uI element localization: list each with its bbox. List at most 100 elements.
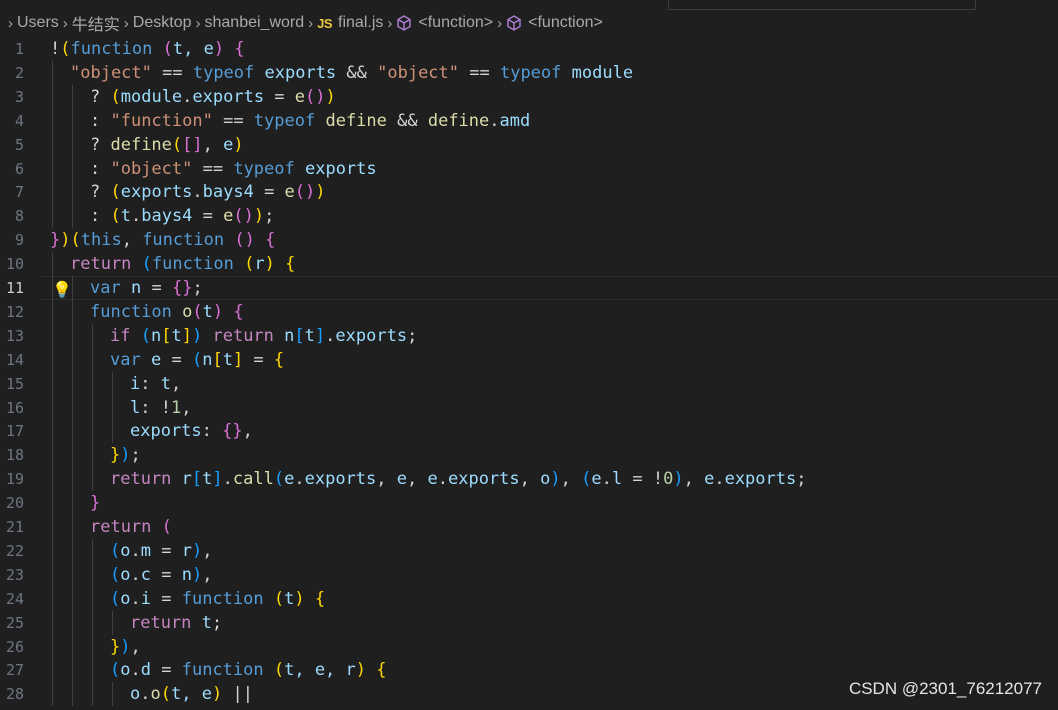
code-line[interactable]: 9})(this, function () { <box>0 228 1058 252</box>
code-line[interactable]: 24 (o.i = function (t) { <box>0 586 1058 611</box>
code-line[interactable]: 21 return ( <box>0 515 1058 539</box>
code-line[interactable]: 7? (exports.bays4 = e()) <box>0 180 1058 205</box>
code-line[interactable]: 12 function o(t) { <box>0 299 1058 324</box>
code-line[interactable]: 13 if (n[t]) return n[t].exports; <box>0 323 1058 348</box>
line-number[interactable]: 10 <box>0 252 24 276</box>
code-token: function <box>90 301 172 322</box>
line-number[interactable]: 20 <box>0 491 24 515</box>
line-number[interactable]: 23 <box>0 563 24 587</box>
line-number[interactable]: 28 <box>0 682 24 706</box>
line-number[interactable]: 12 <box>0 300 24 324</box>
line-number[interactable]: 27 <box>0 658 24 682</box>
line-number[interactable]: 5 <box>0 133 24 157</box>
indent-guide <box>52 204 53 229</box>
code-token: ( <box>294 182 306 203</box>
line-number[interactable]: 1 <box>0 37 24 61</box>
code-line[interactable]: 5? define([], e) <box>0 132 1058 157</box>
line-number[interactable]: 6 <box>0 157 24 181</box>
line-number[interactable]: 9 <box>0 228 24 252</box>
code-token: t <box>202 301 213 322</box>
code-line[interactable]: 18}); <box>0 443 1058 468</box>
indent-guide <box>52 132 53 157</box>
indent-guide <box>52 108 53 133</box>
code-line[interactable]: 15 i: t, <box>0 371 1058 396</box>
code-line[interactable]: 17 exports: {}, <box>0 419 1058 444</box>
line-number[interactable]: 4 <box>0 109 24 133</box>
code-token: } <box>182 278 193 298</box>
breadcrumb-item-user-folder[interactable]: 牛结实 <box>72 11 120 35</box>
breadcrumb-item-function[interactable]: <function> <box>528 14 603 32</box>
indent-guide <box>72 371 73 396</box>
code-line[interactable]: 2 "object" == typeof exports && "object" … <box>0 60 1058 85</box>
code-line[interactable]: 8: (t.bays4 = e()); <box>0 204 1058 229</box>
line-number[interactable]: 15 <box>0 372 24 396</box>
breadcrumb-item-users[interactable]: Users <box>17 14 59 32</box>
code-token: exports <box>120 182 193 203</box>
indent-guide <box>112 419 113 444</box>
line-number[interactable]: 24 <box>0 587 24 611</box>
line-number[interactable]: 17 <box>0 419 24 443</box>
code-text: ? (exports.bays4 = e()) <box>90 180 326 204</box>
code-token: o <box>150 684 161 705</box>
code-token: ) <box>550 469 561 490</box>
code-token: function <box>151 254 234 275</box>
lightbulb-icon[interactable]: 💡 <box>52 278 72 302</box>
code-token: . <box>140 684 151 705</box>
line-number[interactable]: 26 <box>0 635 24 659</box>
code-line[interactable]: 14 var e = (n[t] = { <box>0 347 1058 372</box>
code-token: t <box>120 206 131 227</box>
code-token: ( <box>192 301 203 322</box>
code-line[interactable]: 1 !(function (t, e) { <box>0 37 1058 61</box>
code-line[interactable]: 11 💡 var n = {}; <box>0 276 1058 300</box>
code-token: : <box>140 373 161 394</box>
line-number[interactable]: 2 <box>0 61 24 85</box>
line-number[interactable]: 18 <box>0 443 24 467</box>
line-number[interactable]: 14 <box>0 348 24 372</box>
line-number[interactable]: 11 <box>0 276 24 300</box>
line-number[interactable]: 16 <box>0 396 24 420</box>
code-token: l <box>611 469 623 490</box>
line-number[interactable]: 13 <box>0 324 24 348</box>
code-line[interactable]: 22 (o.m = r), <box>0 538 1058 563</box>
code-line[interactable]: 20} <box>0 491 1058 516</box>
code-token: [ <box>212 349 223 370</box>
code-token: , <box>181 397 192 418</box>
breadcrumb-item-project[interactable]: shanbei_word <box>205 14 305 32</box>
code-token: ; <box>407 325 418 346</box>
line-number[interactable]: 19 <box>0 467 24 491</box>
code-line[interactable]: 4: "function" == typeof define && define… <box>0 108 1058 133</box>
code-line[interactable]: 10 return (function (r) { <box>0 252 1058 277</box>
indent-guide <box>52 299 53 324</box>
breadcrumb-item-desktop[interactable]: Desktop <box>133 14 192 32</box>
breadcrumb-item-function[interactable]: <function> <box>418 14 493 32</box>
line-number[interactable]: 3 <box>0 85 24 109</box>
code-token: = <box>192 206 224 227</box>
code-line[interactable]: 6: "object" == typeof exports <box>0 156 1058 181</box>
code-text: (o.i = function (t) { <box>110 587 325 611</box>
code-token: = <box>151 660 182 681</box>
code-line[interactable]: 26}), <box>0 634 1058 659</box>
code-token: = <box>243 349 274 370</box>
code-editor[interactable]: 1 !(function (t, e) {2 "object" == typeof … <box>0 36 1058 710</box>
breadcrumb-item-file[interactable]: final.js <box>338 14 383 32</box>
code-token: { <box>285 254 296 275</box>
line-number[interactable]: 25 <box>0 611 24 635</box>
line-number[interactable]: 7 <box>0 180 24 204</box>
line-number[interactable]: 8 <box>0 204 24 228</box>
code-token: ? <box>90 182 111 203</box>
code-line[interactable]: 19 return r[t].call(e.exports, e, e.expor… <box>0 467 1058 492</box>
indent-guide <box>72 682 73 707</box>
indent-guide <box>52 634 53 659</box>
code-line[interactable]: 25 return t; <box>0 610 1058 635</box>
line-number[interactable]: 22 <box>0 539 24 563</box>
code-line[interactable]: 16 l: !1, <box>0 395 1058 420</box>
code-line[interactable]: 3? (module.exports = e()) <box>0 84 1058 109</box>
code-token: . <box>130 660 141 681</box>
line-number[interactable]: 21 <box>0 515 24 539</box>
code-line[interactable]: 23 (o.c = n), <box>0 562 1058 587</box>
code-token: , <box>683 469 705 490</box>
